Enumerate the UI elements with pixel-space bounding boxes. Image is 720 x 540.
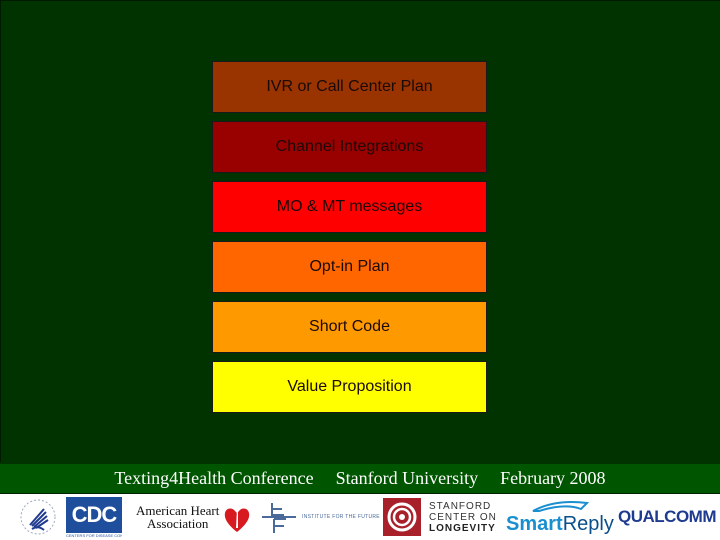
smartreply-reply: Reply <box>562 512 614 535</box>
longevity-logo-text: STANFORD CENTER ON LONGEVITY <box>429 501 497 534</box>
footer-date: February 2008 <box>500 468 606 488</box>
smartreply-swoosh-icon <box>532 500 590 512</box>
cdc-logo-subtitle: CENTERS FOR DISEASE CONTROL AND PREVENTI… <box>66 532 122 538</box>
iftf-logo: INSTITUTE FOR THE FUTURE <box>262 494 380 540</box>
longevity-line2: CENTER ON <box>429 511 497 523</box>
hhs-logo <box>18 494 58 540</box>
layer-channel-integrations: Channel Integrations <box>212 121 487 173</box>
sponsor-logos: CDC CENTERS FOR DISEASE CONTROL AND PREV… <box>0 494 720 540</box>
qualcomm-logo: QUALCOMM <box>618 494 716 540</box>
layer-opt-in-plan: Opt-in Plan <box>212 241 487 293</box>
iftf-mark-icon <box>262 503 296 533</box>
layer-ivr-call-center: IVR or Call Center Plan <box>212 61 487 113</box>
slide-canvas: IVR or Call Center Plan Channel Integrat… <box>0 0 720 462</box>
hhs-eagle-icon <box>20 499 56 535</box>
aha-line2: Association <box>146 516 209 531</box>
iftf-logo-text: INSTITUTE FOR THE FUTURE <box>302 514 380 520</box>
layer-mo-mt-messages: MO & MT messages <box>212 181 487 233</box>
longevity-rings-icon <box>383 498 421 536</box>
longevity-line3: LONGEVITY <box>429 522 496 534</box>
smartreply-smart: Smart <box>506 512 563 535</box>
layer-short-code: Short Code <box>212 301 487 353</box>
aha-logo: American Heart Association <box>136 494 251 540</box>
layer-value-proposition: Value Proposition <box>212 361 487 413</box>
aha-logo-text: American Heart Association <box>136 504 219 530</box>
smartreply-logo-text: SmartReply <box>506 513 614 536</box>
footer-band: Texting4Health Conference Stanford Unive… <box>0 462 720 494</box>
heart-torch-icon <box>225 504 250 532</box>
cdc-logo: CDC CENTERS FOR DISEASE CONTROL AND PREV… <box>66 494 122 540</box>
longevity-line1: STANFORD <box>429 500 492 512</box>
stanford-longevity-logo: STANFORD CENTER ON LONGEVITY <box>383 494 497 540</box>
cdc-logo-text: CDC <box>66 496 122 533</box>
qualcomm-logo-text: QUALCOMM <box>618 507 716 526</box>
smartreply-logo: SmartReply <box>506 494 614 540</box>
footer-conference: Texting4Health Conference <box>114 468 314 488</box>
footer-venue: Stanford University <box>335 468 479 488</box>
